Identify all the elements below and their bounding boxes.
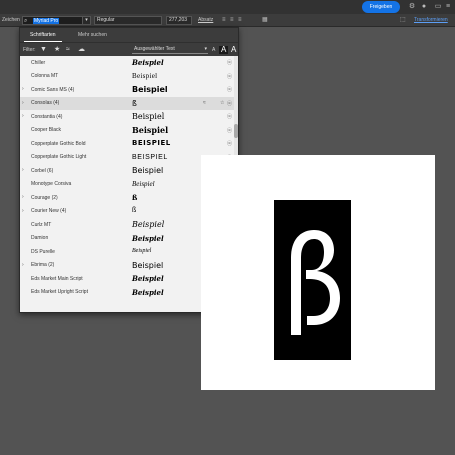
paragraph-label[interactable]: Absatz (198, 17, 213, 23)
font-name: Curlz MT (31, 221, 52, 228)
font-sample: BEISPIEL (132, 139, 171, 147)
align-center-icon[interactable]: ≡ (230, 17, 234, 24)
similar-icon[interactable]: ≈ (66, 46, 70, 54)
font-sample: Beispiel (132, 58, 164, 67)
font-type-icon: ⓞ (227, 60, 233, 66)
font-name: Constantia (4) (31, 113, 63, 120)
app-bar: Freigeben ⚙ ● ▭ ≡ (0, 0, 455, 14)
font-name: Courier New (4) (31, 208, 67, 214)
font-type-icon: ⓞ (227, 127, 233, 134)
font-type-icon: ⓞ (227, 87, 233, 93)
font-name: Damion (31, 235, 49, 241)
font-sample: Beispiel (132, 179, 155, 188)
control-bar: Zeichen ⌕ Myriad Pro ▾ Regular 277,203 A… (0, 14, 455, 27)
char-label[interactable]: Zeichen (2, 17, 20, 23)
font-name: Consolas (4) (31, 100, 60, 106)
font-name: Eds Market Upright Script (31, 289, 88, 295)
chevron-right-icon[interactable]: › (22, 208, 24, 214)
chevron-right-icon[interactable]: › (22, 86, 24, 92)
font-family-value: Myriad Pro (33, 18, 60, 24)
font-name: Comic Sans MS (4) (31, 86, 75, 93)
transform-link[interactable]: Transformieren (414, 17, 448, 23)
font-sample: ß (132, 193, 138, 202)
chevron-down-icon: ▾ (204, 46, 207, 52)
font-dropdown-button[interactable]: ▾ (82, 16, 91, 25)
tab-fonts[interactable]: Schriftarten (24, 28, 62, 42)
grid-icon[interactable]: ▦ (262, 17, 268, 24)
filter-icon[interactable]: ▼ (40, 46, 47, 54)
font-sample: Beispiel (132, 260, 164, 270)
menu-icon[interactable]: ≡ (444, 3, 452, 11)
font-sample: Beispiel (132, 287, 164, 297)
chevron-right-icon[interactable]: › (22, 262, 24, 268)
star-icon[interactable]: ★ (54, 46, 60, 54)
size-large-button[interactable]: A (231, 46, 236, 54)
font-sample: ß (132, 206, 137, 215)
panel-icon[interactable]: ▭ (434, 3, 442, 11)
eszett-glyph (291, 230, 340, 335)
font-name: Eds Market Main Script (31, 275, 83, 282)
font-style-select[interactable]: Regular (94, 16, 162, 25)
font-family-input[interactable]: ⌕ Myriad Pro (22, 16, 90, 25)
chevron-right-icon[interactable]: › (22, 100, 24, 106)
font-type-icon: ⓞ (227, 100, 233, 107)
font-type-icon: ⓞ (227, 73, 233, 80)
font-name: Courage (2) (31, 194, 58, 201)
align-right-icon[interactable]: ≡ (238, 17, 242, 24)
font-type-icon: ⓞ (227, 114, 233, 120)
size-small-button[interactable]: A (212, 46, 215, 54)
font-name: Chiller (31, 59, 46, 66)
filter-label: Filter: (23, 47, 36, 53)
gear-icon[interactable]: ⚙ (408, 3, 416, 11)
font-list-item[interactable]: › Comic Sans MS (4) Beispiel ⓞ (20, 83, 234, 97)
font-name: Cooper Black (31, 127, 62, 133)
font-sample: Beispiel (132, 71, 158, 80)
font-list-item[interactable]: › Consolas (4) ß ≈ ☆ ⓞ (20, 96, 234, 110)
cloud-icon[interactable]: ☁ (78, 46, 85, 54)
font-type-icon: ⓞ (227, 141, 233, 147)
font-sample: Beispiel (132, 166, 164, 175)
search-icon: ⌕ (24, 18, 28, 24)
panel-tabs: Schriftarten Mehr suchen (20, 28, 238, 42)
filter-bar: Filter: ▼ ★ ≈ ☁ Ausgewählter Text ▾ A A … (20, 42, 238, 56)
size-medium-button[interactable]: A (219, 46, 229, 54)
transform-icon[interactable]: ⬚ (400, 17, 406, 24)
scrollbar-thumb[interactable] (234, 124, 238, 138)
sample-text-select[interactable]: Ausgewählter Text ▾ (132, 46, 208, 54)
font-sample: ß (132, 98, 137, 108)
font-list-item[interactable]: Copperplate Gothic Bold BEISPIEL ⓞ (20, 137, 234, 151)
font-list-item[interactable]: Chiller Beispiel ⓞ (20, 56, 234, 70)
font-sample: Beispiel (132, 274, 164, 283)
align-left-icon[interactable]: ≡ (222, 17, 226, 24)
chevron-right-icon[interactable]: › (22, 194, 24, 200)
artboard[interactable] (201, 155, 435, 390)
sample-text-value: Ausgewählter Text (134, 46, 175, 52)
font-sample: Beispiel (132, 112, 165, 121)
similar-icon[interactable]: ≈ (203, 100, 206, 106)
font-sample: Beispiel (132, 124, 169, 135)
chevron-right-icon[interactable]: › (22, 167, 24, 173)
star-icon[interactable]: ☆ (220, 100, 224, 106)
font-sample: Beispiel (132, 220, 165, 229)
font-list-item[interactable]: Colonna MT Beispiel ⓞ (20, 70, 234, 84)
font-name: DS Purelle (31, 248, 55, 255)
font-list-item[interactable]: Cooper Black Beispiel ⓞ (20, 124, 234, 138)
font-name: Corbel (6) (31, 167, 54, 174)
font-sample: Beispiel (132, 248, 152, 254)
font-list-item[interactable]: › Constantia (4) Beispiel ⓞ (20, 110, 234, 124)
font-name: Copperplate Gothic Bold (31, 140, 86, 147)
share-button[interactable]: Freigeben (362, 1, 400, 13)
font-sample: BEISPIEL (132, 153, 168, 161)
font-name: Monotype Corsiva (31, 181, 72, 187)
font-name: Ebrima (2) (31, 262, 55, 268)
text-frame[interactable] (274, 200, 351, 360)
tab-find-more[interactable]: Mehr suchen (72, 28, 113, 42)
user-icon[interactable]: ● (420, 3, 428, 11)
font-name: Colonna MT (31, 73, 59, 79)
chevron-right-icon[interactable]: › (22, 113, 24, 119)
font-sample: Beispiel (132, 85, 168, 94)
font-size-select[interactable]: 277,203 (166, 16, 192, 25)
font-name: Copperplate Gothic Light (31, 154, 87, 160)
font-sample: Beispiel (132, 233, 164, 243)
